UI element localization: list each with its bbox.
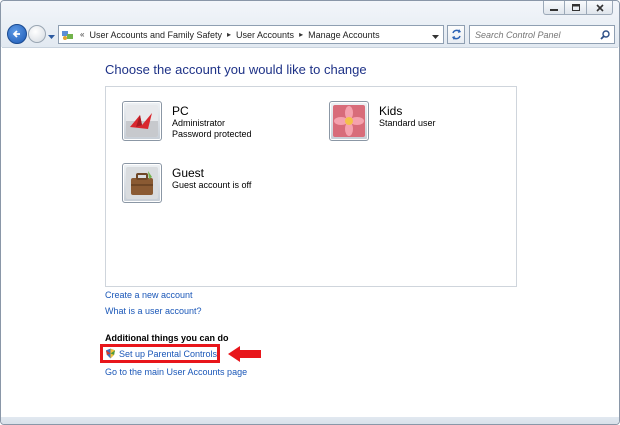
account-picture-kids — [329, 101, 369, 141]
search-icon[interactable] — [600, 30, 610, 42]
main-user-accounts-link[interactable]: Go to the main User Accounts page — [105, 367, 247, 377]
breadcrumb-user-accounts-and-family-safety[interactable]: User Accounts and Family Safety — [89, 30, 222, 40]
account-tile-guest[interactable]: Guest Guest account is off — [122, 163, 251, 203]
parental-controls-highlight[interactable]: Set up Parental Controls — [100, 344, 220, 363]
parental-controls-link[interactable]: Set up Parental Controls — [119, 349, 217, 359]
back-arrow-icon — [12, 30, 20, 38]
search-box — [469, 25, 615, 44]
account-password-status: Password protected — [172, 129, 252, 139]
arrow-left-icon — [228, 346, 261, 362]
page-title: Choose the account you would like to cha… — [105, 62, 367, 77]
account-name-pc: PC — [172, 104, 189, 118]
recent-pages-dropdown[interactable] — [48, 32, 55, 42]
control-panel-window: « User Accounts and Family Safety ▸ User… — [0, 0, 620, 425]
minimize-icon — [550, 8, 558, 11]
forward-button[interactable] — [28, 25, 46, 43]
close-button[interactable] — [587, 1, 613, 15]
shield-icon — [106, 348, 115, 359]
create-account-link[interactable]: Create a new account — [105, 290, 193, 300]
refresh-button[interactable] — [447, 25, 465, 44]
address-dropdown[interactable] — [432, 32, 439, 42]
breadcrumb-overflow[interactable]: « — [80, 30, 84, 39]
back-button[interactable] — [7, 24, 27, 44]
account-type: Administrator — [172, 118, 226, 128]
account-status: Guest account is off — [172, 180, 252, 190]
additional-things-heading: Additional things you can do — [105, 333, 229, 343]
maximize-button[interactable] — [565, 1, 587, 15]
accounts-panel: PC Administrator Password protected Kids… — [105, 86, 517, 287]
content-pane: Choose the account you would like to cha… — [2, 47, 618, 417]
breadcrumb-manage-accounts[interactable]: Manage Accounts — [308, 30, 380, 40]
account-type: Standard user — [379, 118, 436, 128]
account-picture-guest — [122, 163, 162, 203]
window-bottom-border — [1, 417, 619, 424]
chevron-down-icon — [48, 35, 55, 39]
account-name-guest: Guest — [172, 166, 205, 180]
breadcrumb-user-accounts[interactable]: User Accounts — [236, 30, 294, 40]
origami-crane-icon — [126, 105, 158, 137]
what-is-account-link[interactable]: What is a user account? — [105, 306, 202, 316]
minimize-button[interactable] — [543, 1, 565, 15]
red-arrow-annotation — [227, 345, 263, 365]
refresh-icon — [451, 29, 461, 40]
address-bar[interactable]: « User Accounts and Family Safety ▸ User… — [58, 25, 444, 44]
account-tile-kids[interactable]: Kids Standard user — [329, 101, 436, 141]
chevron-down-icon — [432, 35, 439, 39]
search-input[interactable] — [470, 26, 590, 43]
caption-buttons — [543, 1, 613, 15]
account-name-kids: Kids — [379, 104, 403, 118]
breadcrumb-separator[interactable]: ▸ — [299, 30, 303, 39]
control-panel-icon — [62, 30, 73, 40]
close-icon — [595, 3, 604, 12]
briefcase-icon — [126, 167, 158, 199]
breadcrumb-separator[interactable]: ▸ — [227, 30, 231, 39]
maximize-icon — [571, 4, 580, 11]
pink-flower-icon — [333, 105, 365, 137]
account-tile-pc[interactable]: PC Administrator Password protected — [122, 101, 252, 141]
account-picture-pc — [122, 101, 162, 141]
